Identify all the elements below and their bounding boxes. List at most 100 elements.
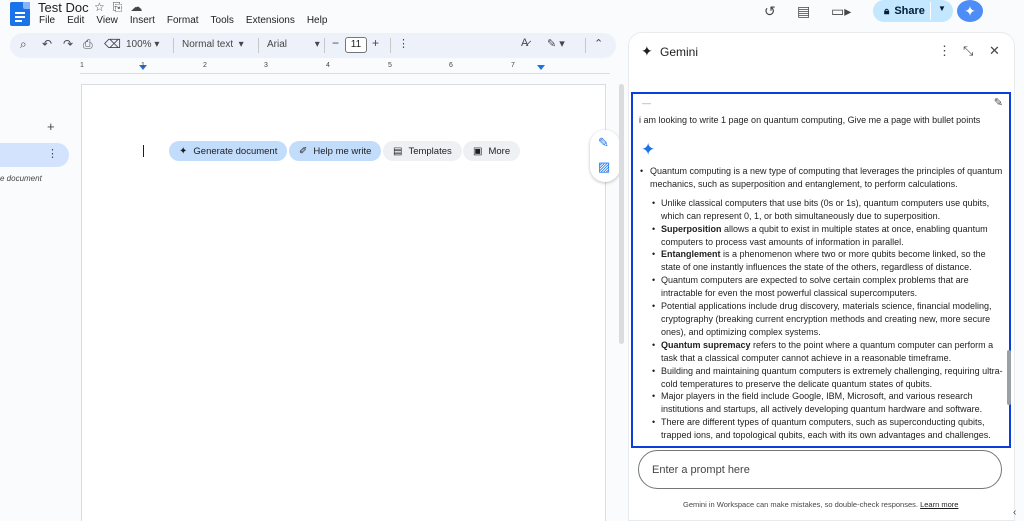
ruler-number: 4 [326,62,330,69]
toolbar-divider [324,38,325,53]
gemini-panel-title: Gemini [660,45,699,59]
disclaimer-text: Gemini in Workspace can make mistakes, s… [683,500,958,509]
collapse-side-arrow-icon[interactable]: ‹ [1013,507,1016,518]
list-item: Quantum computers are expected to solve … [637,274,1005,300]
document-title[interactable]: Test Doc [38,0,89,15]
horizontal-ruler[interactable]: 1 1 2 3 4 5 6 7 [80,62,610,74]
chip-label: Templates [408,145,452,157]
decrease-font-size-icon[interactable]: − [332,36,339,50]
list-item-text: Major players in the field include Googl… [661,391,983,415]
redo-icon[interactable]: ↷ [63,37,73,51]
close-panel-icon[interactable]: ✕ [989,43,1000,59]
ruler-number: 7 [511,62,515,69]
ruler-number: 5 [388,62,392,69]
outline-heading[interactable]: e document [0,174,42,183]
ruler-number: 6 [449,62,453,69]
spellcheck-icon[interactable]: A̷ [521,37,528,49]
ruler-number: 3 [264,62,268,69]
menu-help[interactable]: Help [306,15,329,26]
share-button[interactable]: 🔒︎ Share ▼ [873,0,953,22]
help-me-write-chip[interactable]: ✐ Help me write [289,141,382,161]
tab-options-icon[interactable]: ⋮ [47,147,58,160]
cloud-status-icon[interactable]: ☁ [130,0,142,15]
undo-icon[interactable]: ↶ [42,37,52,51]
toolbar-divider [258,38,259,53]
gemini-response-body: Quantum computing is a new type of compu… [637,165,1005,442]
prompt-input[interactable] [638,450,1002,489]
gemini-toggle-icon[interactable]: ✦ [957,0,983,22]
sparkle-icon: ✦ [179,145,188,157]
document-scrollbar[interactable] [619,84,624,344]
side-action-buttons: ✎ ▨ [590,130,620,182]
list-item-bold: Entanglement [661,249,721,260]
move-folder-icon[interactable]: ⎘ [113,0,123,15]
learn-more-link[interactable]: Learn more [920,500,958,509]
user-query: i am looking to write 1 page on quantum … [639,115,981,125]
more-options-icon[interactable]: ⋮ [938,43,951,59]
style-select[interactable]: Normal text ▾ [182,39,244,50]
editing-mode-icon[interactable]: ✎ ▾ [547,37,565,50]
bullet-list: Unlike classical computers that use bits… [637,197,1005,442]
generate-document-chip[interactable]: ✦ Generate document [169,141,288,161]
magic-pen-icon: ✐ [299,145,308,157]
font-select[interactable]: Arial ▾ [267,39,320,50]
more-chip[interactable]: ▣ More [463,141,521,161]
search-menus-icon[interactable]: ⌕ [20,37,27,52]
docs-logo-icon[interactable] [10,2,30,26]
collapse-panel-icon[interactable]: ⤡ [963,43,973,59]
list-item-text: There are different types of quantum com… [661,417,991,441]
list-item: Quantum computing is a new type of compu… [637,165,1005,191]
list-item: Superposition allows a qubit to exist in… [637,223,1005,249]
menu-extensions[interactable]: Extensions [245,15,296,26]
toolbar-divider [390,38,391,53]
editing-toolbar: ⌕ ↶ ↷ ⎙ ⌫ 100% ▾ Normal text ▾ Arial ▾ −… [10,33,616,58]
list-item: Major players in the field include Googl… [637,390,1005,416]
gemini-scrollbar[interactable] [1007,350,1011,405]
list-item: Potential applications include drug disc… [637,300,1005,339]
gemini-response-icon: ✦ [641,140,656,159]
list-item-text: Building and maintaining quantum compute… [661,365,1003,389]
add-tab-icon[interactable]: + [47,119,55,134]
gemini-star-icon: ✦ [641,43,653,59]
more-options-icon[interactable]: ⋮ [398,37,409,50]
paint-format-icon[interactable]: ⌫ [104,37,121,51]
version-history-icon[interactable]: ↺ [764,3,776,20]
templates-chip[interactable]: ▤ Templates [383,141,462,161]
toolbar-divider [173,38,174,53]
list-item: Building and maintaining quantum compute… [637,365,1005,391]
font-size-input[interactable]: 11 [345,37,367,53]
menu-edit[interactable]: Edit [66,15,85,26]
gemini-response-card: — ✎ i am looking to write 1 page on quan… [631,92,1011,448]
text-cursor [143,145,144,157]
zoom-value: 100% [126,39,152,50]
list-item-text: Quantum computers are expected to solve … [661,275,969,299]
meet-video-icon[interactable]: ▭▸ [831,3,851,20]
ruler-number: 2 [203,62,207,69]
increase-font-size-icon[interactable]: + [372,36,379,50]
query-marker: — [642,98,651,108]
list-item: Unlike classical computers that use bits… [637,197,1005,223]
menu-format[interactable]: Format [166,15,200,26]
menu-file[interactable]: File [38,15,56,26]
menu-tools[interactable]: Tools [210,15,235,26]
right-indent-marker[interactable] [537,65,545,70]
hide-menus-icon[interactable]: ⌃ [594,37,603,50]
help-me-write-side-icon[interactable]: ✎ [598,135,609,151]
print-icon[interactable]: ⎙ [83,37,93,52]
font-value: Arial [267,39,288,50]
document-tab-item[interactable]: ⋮ [0,143,69,167]
disclaimer-body: Gemini in Workspace can make mistakes, s… [683,500,918,509]
star-icon[interactable]: ☆ [94,0,105,15]
create-image-icon[interactable]: ▨ [598,159,610,175]
list-item: There are different types of quantum com… [637,416,1005,442]
chip-label: Help me write [313,145,372,157]
menu-insert[interactable]: Insert [129,15,156,26]
edit-prompt-icon[interactable]: ✎ [994,96,1003,109]
style-value: Normal text [182,39,234,50]
menu-view[interactable]: View [95,15,119,26]
template-icon: ▤ [393,145,403,157]
comments-icon[interactable]: ▤ [797,3,810,20]
list-item-bold: Superposition [661,223,722,234]
zoom-select[interactable]: 100% ▾ [126,39,159,50]
share-dropdown-icon[interactable]: ▼ [938,4,946,13]
